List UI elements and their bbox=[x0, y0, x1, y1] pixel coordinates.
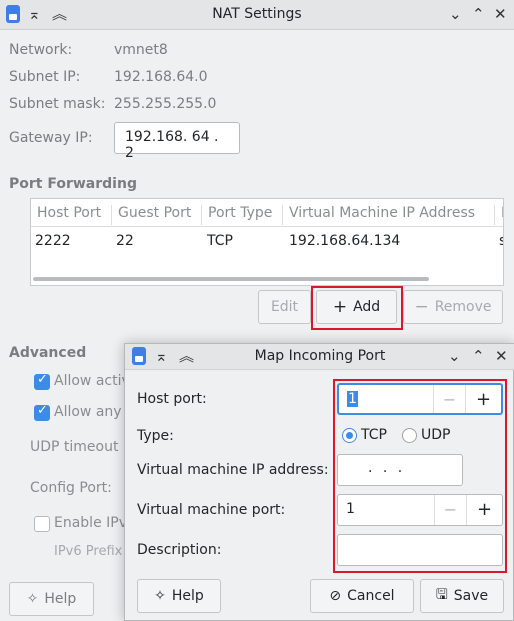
save-button[interactable]: 🖫 Save bbox=[420, 579, 504, 613]
cell-port-type: TCP bbox=[207, 233, 233, 249]
remove-button-label: Remove bbox=[434, 299, 492, 315]
horizontal-scrollbar[interactable] bbox=[33, 277, 429, 281]
allow-any-label: Allow any bbox=[54, 404, 122, 420]
dialog-help-button[interactable]: ✧ Help bbox=[137, 579, 221, 613]
port-forwarding-table[interactable]: Host Port Guest Port Port Type Virtual M… bbox=[30, 198, 504, 286]
window-title: NAT Settings bbox=[212, 6, 302, 22]
cell-description: s bbox=[499, 233, 503, 249]
ipv6-prefix-label: IPv6 Prefix bbox=[54, 544, 123, 559]
cell-guest-port: 22 bbox=[116, 233, 134, 249]
column-header-guest-port[interactable]: Guest Port bbox=[112, 205, 202, 225]
map-incoming-port-dialog: ⌅ ︽ Map Incoming Port ⌄ ⌃ ✕ Host port: 1… bbox=[124, 343, 514, 621]
advanced-title: Advanced bbox=[9, 345, 87, 361]
port-forwarding-title: Port Forwarding bbox=[9, 176, 137, 192]
config-port-label: Config Port: bbox=[30, 480, 112, 496]
cell-host-port: 2222 bbox=[35, 233, 71, 249]
edit-button-label: Edit bbox=[270, 299, 299, 315]
network-value: vmnet8 bbox=[114, 42, 168, 58]
dialog-title-bar: ⌅ ︽ Map Incoming Port ⌄ ⌃ ✕ bbox=[125, 344, 514, 370]
table-header: Host Port Guest Port Port Type Virtual M… bbox=[31, 199, 503, 227]
network-label: Network: bbox=[9, 42, 73, 58]
column-header-description[interactable]: D bbox=[495, 205, 503, 225]
remove-button[interactable]: − Remove bbox=[403, 290, 503, 324]
cancel-icon: ⊘ bbox=[329, 588, 342, 604]
gateway-ip-value: 192.168. 64 . 2 bbox=[125, 129, 219, 161]
save-icon: 🖫 bbox=[435, 587, 448, 603]
vm-port-label: Virtual machine port: bbox=[137, 502, 286, 518]
gateway-ip-field[interactable]: 192.168. 64 . 2 bbox=[114, 122, 240, 161]
dialog-help-label: Help bbox=[171, 588, 204, 604]
main-help-button[interactable]: ✧ Help bbox=[9, 582, 94, 616]
dialog-minimize-icon[interactable]: ⌄ bbox=[448, 346, 461, 366]
edit-button[interactable]: Edit bbox=[258, 290, 311, 324]
maximize-icon[interactable]: ⌃ bbox=[472, 4, 485, 24]
title-bar: ⌅ ︽ NAT Settings ⌄ ⌃ ✕ bbox=[0, 0, 514, 30]
main-help-label: Help bbox=[44, 591, 77, 607]
column-header-port-type[interactable]: Port Type bbox=[202, 205, 283, 225]
subnet-mask-label: Subnet mask: bbox=[9, 96, 106, 112]
type-label: Type: bbox=[137, 428, 174, 444]
udp-timeout-label: UDP timeout bbox=[30, 439, 119, 455]
column-header-vm-ip[interactable]: Virtual Machine IP Address bbox=[283, 205, 495, 225]
enable-ipv6-label: Enable IPv bbox=[54, 515, 127, 531]
dialog-maximize-icon[interactable]: ⌃ bbox=[472, 346, 485, 366]
subnet-ip-value: 192.168.64.0 bbox=[114, 69, 208, 85]
dialog-fields-highlight bbox=[333, 379, 507, 573]
description-label: Description: bbox=[137, 542, 222, 558]
vm-ip-label: Virtual machine IP address: bbox=[137, 462, 329, 478]
subnet-ip-label: Subnet IP: bbox=[9, 69, 81, 85]
gateway-ip-label: Gateway IP: bbox=[9, 130, 93, 146]
allow-any-checkbox[interactable] bbox=[34, 403, 50, 421]
cancel-button[interactable]: ⊘ Cancel bbox=[310, 579, 414, 613]
dialog-help-icon: ✧ bbox=[154, 588, 166, 604]
allow-active-label: Allow activ bbox=[54, 373, 130, 389]
column-header-host-port[interactable]: Host Port bbox=[31, 205, 112, 225]
cancel-button-label: Cancel bbox=[347, 588, 395, 604]
minus-icon: − bbox=[414, 297, 429, 317]
dialog-close-icon[interactable]: ✕ bbox=[495, 346, 508, 366]
host-port-label: Host port: bbox=[137, 391, 207, 407]
allow-active-checkbox[interactable] bbox=[34, 372, 50, 390]
subnet-mask-value: 255.255.255.0 bbox=[114, 96, 217, 112]
enable-ipv6-checkbox[interactable] bbox=[34, 516, 50, 532]
add-button-highlight bbox=[311, 286, 403, 330]
save-button-label: Save bbox=[453, 588, 489, 604]
minimize-icon[interactable]: ⌄ bbox=[449, 4, 462, 24]
cell-vm-ip: 192.168.64.134 bbox=[289, 233, 401, 249]
close-icon[interactable]: ✕ bbox=[494, 4, 507, 24]
help-icon: ✧ bbox=[26, 591, 39, 607]
